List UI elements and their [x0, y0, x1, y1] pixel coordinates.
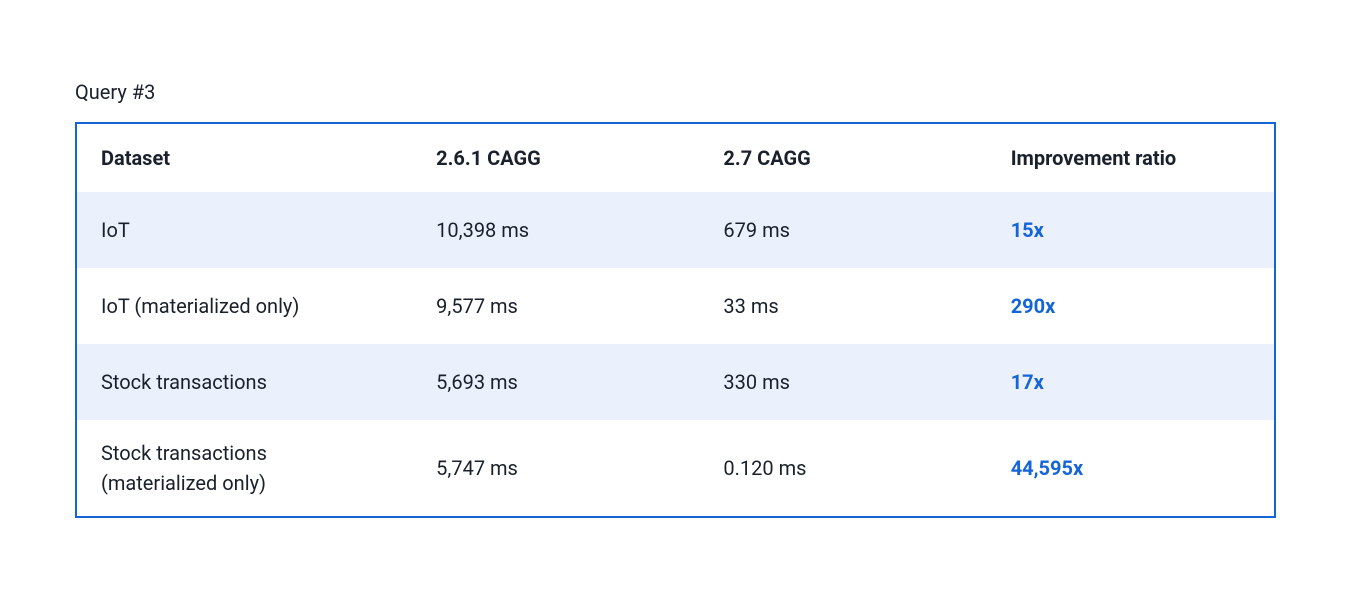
cell-cagg2: 330 ms [699, 344, 986, 420]
header-cagg2: 2.7 CAGG [699, 124, 986, 192]
cell-cagg2: 0.120 ms [699, 420, 986, 516]
cell-ratio: 290x [987, 268, 1274, 344]
cell-cagg1: 9,577 ms [412, 268, 699, 344]
table-row: IoT 10,398 ms 679 ms 15x [77, 192, 1274, 268]
cell-ratio: 44,595x [987, 420, 1274, 516]
cell-cagg1: 5,747 ms [412, 420, 699, 516]
cell-cagg2: 679 ms [699, 192, 986, 268]
cell-dataset: IoT [77, 192, 412, 268]
cell-dataset: Stock transactions(materialized only) [77, 420, 412, 516]
cell-ratio: 15x [987, 192, 1274, 268]
table-header-row: Dataset 2.6.1 CAGG 2.7 CAGG Improvement … [77, 124, 1274, 192]
table-row: Stock transactions(materialized only) 5,… [77, 420, 1274, 516]
cell-ratio: 17x [987, 344, 1274, 420]
cell-cagg1: 10,398 ms [412, 192, 699, 268]
header-dataset: Dataset [77, 124, 412, 192]
header-cagg1: 2.6.1 CAGG [412, 124, 699, 192]
cell-dataset: Stock transactions [77, 344, 412, 420]
cell-dataset: IoT (materialized only) [77, 268, 412, 344]
table-row: Stock transactions 5,693 ms 330 ms 17x [77, 344, 1274, 420]
table-row: IoT (materialized only) 9,577 ms 33 ms 2… [77, 268, 1274, 344]
cell-cagg1: 5,693 ms [412, 344, 699, 420]
benchmark-table-wrapper: Dataset 2.6.1 CAGG 2.7 CAGG Improvement … [75, 122, 1276, 518]
header-improvement-ratio: Improvement ratio [987, 124, 1274, 192]
benchmark-table: Dataset 2.6.1 CAGG 2.7 CAGG Improvement … [77, 124, 1274, 516]
table-title: Query #3 [75, 80, 1276, 104]
cell-cagg2: 33 ms [699, 268, 986, 344]
